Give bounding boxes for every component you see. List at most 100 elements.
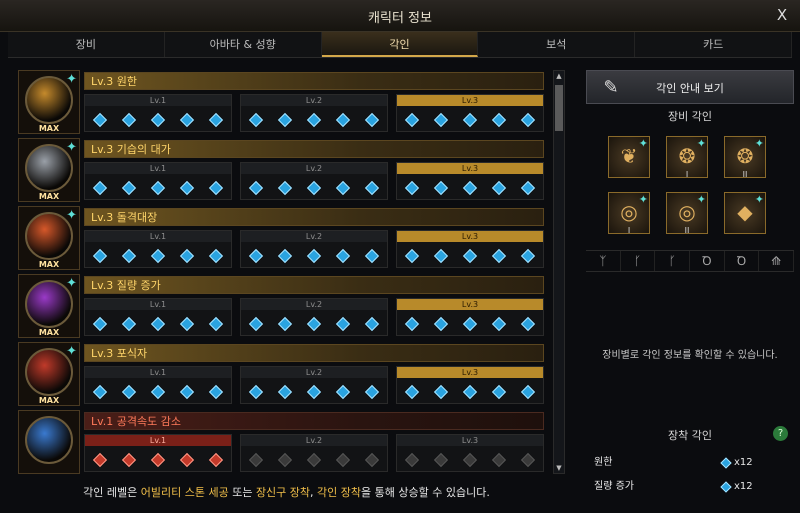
equip-slot[interactable]: ❂ ✦ II (724, 136, 766, 179)
engraving-icon (25, 416, 73, 464)
gem-icon (492, 452, 507, 468)
engraving-row[interactable]: ✦ MAX Lv.3 포식자 Lv.1 Lv.2 Lv.3 (14, 342, 544, 406)
star-icon: ✦ (696, 137, 706, 150)
gem-icon (306, 180, 322, 196)
gem-icon (277, 112, 292, 128)
gem-icon (248, 452, 263, 468)
gem-icon (150, 316, 166, 332)
level-box: Lv.1 (84, 230, 232, 268)
gem-icon (306, 452, 322, 468)
level-label: Lv.3 (397, 367, 543, 378)
gem-icon (150, 384, 166, 400)
tab-4[interactable]: 카드 (635, 32, 792, 57)
star-icon: ✦ (66, 208, 77, 223)
engraving-portrait: ✦ MAX (18, 206, 80, 270)
level-box: Lv.2 (240, 366, 388, 404)
tab-3[interactable]: 보석 (478, 32, 636, 57)
equip-slot[interactable]: ◎ ✦ I (608, 192, 650, 235)
level-label: Lv.2 (241, 231, 387, 242)
engraving-name: Lv.3 포식자 (84, 344, 544, 362)
gem-icon (462, 112, 478, 128)
equip-description: 장비별로 각인 정보를 확인할 수 있습니다. (602, 350, 778, 361)
gem-icon (209, 384, 224, 400)
engraving-row[interactable]: ✦ MAX Lv.3 원한 Lv.1 Lv.2 Lv.3 (14, 70, 544, 134)
gem-icon (521, 248, 536, 264)
gem-icon (180, 452, 195, 468)
footer-highlight-engraving: 각인 장착 (317, 486, 362, 499)
max-label: MAX (38, 396, 60, 405)
level-box: Lv.3 (396, 366, 544, 404)
engraving-row[interactable]: ✦ MAX Lv.3 기습의 대가 Lv.1 Lv.2 Lv.3 (14, 138, 544, 202)
gem-icon (365, 384, 380, 400)
stone-filter-icon[interactable]: ⟰ (759, 251, 795, 271)
engraving-portrait (18, 410, 80, 474)
earring2-filter-icon[interactable]: ᚴ (655, 251, 691, 271)
gem-icon (462, 384, 478, 400)
gem-icon (92, 316, 107, 332)
engraving-row[interactable]: ✦ MAX Lv.3 돌격대장 Lv.1 Lv.2 Lv.3 (14, 206, 544, 270)
gem-icon (336, 316, 351, 332)
equip-slot[interactable]: ◎ ✦ II (666, 192, 708, 235)
equip-slot[interactable]: ❂ ✦ I (666, 136, 708, 179)
tab-1[interactable]: 아바타 & 성향 (165, 32, 322, 57)
scroll-down-arrow[interactable]: ▼ (554, 463, 564, 473)
necklace-filter-icon[interactable]: ᛉ (586, 251, 621, 271)
star-icon: ✦ (66, 72, 77, 87)
help-icon[interactable]: ? (773, 426, 788, 441)
footer-text: 각인 레벨은 (83, 486, 141, 499)
close-button[interactable]: X (772, 5, 792, 25)
gem-icon (433, 112, 448, 128)
level-label: Lv.1 (85, 367, 231, 378)
star-icon: ✦ (754, 193, 764, 206)
equip-slot[interactable]: ◆ ✦ (724, 192, 766, 234)
level-label: Lv.3 (397, 299, 543, 310)
level-box: Lv.3 (396, 94, 544, 132)
gem-icon (433, 384, 448, 400)
gem-icon (121, 112, 136, 128)
slot-number: I (627, 226, 631, 235)
engraving-row[interactable]: Lv.1 공격속도 감소 Lv.1 Lv.2 Lv.3 (14, 410, 544, 474)
equipped-engraving-header: 장착 각인 ? (586, 424, 794, 444)
level-label: Lv.2 (241, 299, 387, 310)
gem-icon (209, 112, 224, 128)
gem-icon (492, 316, 507, 332)
gem-icon (248, 112, 263, 128)
max-label: MAX (38, 124, 60, 133)
gem-icon (277, 248, 292, 264)
gem-icon (248, 248, 263, 264)
scroll-up-arrow[interactable]: ▲ (554, 71, 564, 81)
earring1-filter-icon[interactable]: ᚴ (621, 251, 656, 271)
ring2-filter-icon[interactable]: Ꝺ (725, 251, 760, 271)
equip-engraving-title: 장비 각인 (668, 110, 712, 123)
level-label: Lv.1 (85, 231, 231, 242)
gem-icon (92, 248, 107, 264)
gem-icon (121, 248, 136, 264)
gem-icon (492, 384, 507, 400)
scroll-thumb[interactable] (555, 85, 563, 131)
engraving-guide-button[interactable]: ✎ 각인 안내 보기 (586, 70, 794, 104)
footer-highlight-stone: 어빌리티 스톤 세공 (140, 486, 229, 499)
scrollbar[interactable]: ▲ ▼ (553, 70, 565, 474)
gem-icon (209, 452, 224, 468)
equipped-engraving-name: 질량 증가 (594, 481, 634, 492)
gem-icon (433, 316, 448, 332)
gem-icon (180, 248, 195, 264)
equip-slot[interactable]: ❦ ✦ (608, 136, 650, 178)
engraving-row[interactable]: ✦ MAX Lv.3 질량 증가 Lv.1 Lv.2 Lv.3 (14, 274, 544, 338)
gem-icon (92, 452, 107, 468)
gem-icon (150, 452, 166, 468)
gem-icon (150, 112, 166, 128)
tab-2[interactable]: 각인 (321, 32, 479, 57)
tab-0[interactable]: 장비 (8, 32, 165, 57)
gem-icon (121, 316, 136, 332)
gem-icon (150, 180, 166, 196)
gem-icon (336, 112, 351, 128)
max-label: MAX (38, 328, 60, 337)
level-box: Lv.1 (84, 366, 232, 404)
gem-icon (336, 384, 351, 400)
equipped-engraving-row: 원한 x12 (594, 454, 790, 472)
title-bar: 캐릭터 정보 X (0, 0, 800, 32)
gem-icon (121, 452, 136, 468)
gem-icon (336, 452, 351, 468)
ring1-filter-icon[interactable]: Ꝺ (690, 251, 725, 271)
